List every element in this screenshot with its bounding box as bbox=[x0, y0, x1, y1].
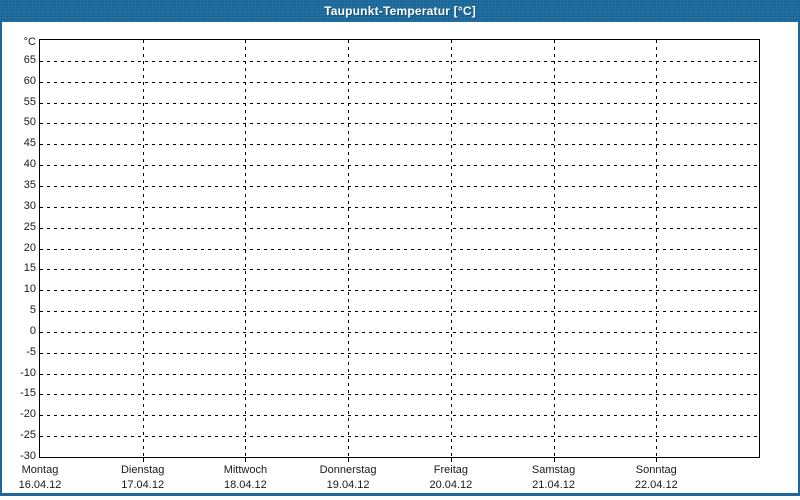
h-gridline bbox=[40, 102, 759, 104]
x-day-label: Freitag bbox=[433, 464, 469, 476]
h-gridline bbox=[40, 394, 759, 396]
y-tick-label: -25 bbox=[20, 429, 36, 442]
v-gridline bbox=[553, 40, 555, 457]
v-gridline bbox=[450, 40, 452, 457]
h-gridline bbox=[40, 144, 759, 146]
h-gridline bbox=[40, 415, 759, 417]
x-day-label: Donnerstag bbox=[319, 464, 377, 476]
y-tick-label: 65 bbox=[23, 53, 36, 66]
v-gridline bbox=[656, 40, 658, 457]
h-gridline bbox=[40, 248, 759, 250]
x-tick bbox=[245, 458, 247, 462]
y-tick-label: 50 bbox=[23, 116, 36, 129]
y-tick-label: -5 bbox=[26, 345, 36, 358]
x-day-label: Sonntag bbox=[635, 464, 677, 476]
x-tick bbox=[348, 458, 350, 462]
x-date-label: 22.04.12 bbox=[634, 479, 678, 491]
x-day-label: Mittwoch bbox=[223, 464, 268, 476]
h-gridline bbox=[40, 269, 759, 271]
y-tick-label: 20 bbox=[23, 241, 36, 254]
x-day-label: Dienstag bbox=[120, 464, 165, 476]
plot-area bbox=[39, 39, 760, 458]
y-tick-label: 30 bbox=[23, 199, 36, 212]
y-tick-label: 5 bbox=[29, 304, 36, 317]
h-gridline bbox=[40, 311, 759, 313]
y-tick-label: -10 bbox=[20, 366, 36, 379]
x-date-label: 21.04.12 bbox=[532, 479, 575, 491]
y-tick-label: 25 bbox=[23, 220, 36, 233]
h-gridline bbox=[40, 290, 759, 292]
x-date-label: 20.04.12 bbox=[429, 479, 473, 491]
y-tick-label: -15 bbox=[20, 387, 36, 400]
y-tick-label: 15 bbox=[23, 262, 36, 275]
h-gridline bbox=[40, 436, 759, 438]
y-axis-labels: 65 60 55 50 45 40 35 30 25 20 15 10 5 0 -5 -10 -15 -20 -25… bbox=[2, 0, 36, 493]
y-tick-label: 35 bbox=[23, 178, 36, 191]
x-date-label: 19.04.12 bbox=[326, 479, 370, 491]
y-tick-label: 55 bbox=[23, 95, 36, 108]
h-gridline bbox=[40, 60, 759, 62]
v-gridline bbox=[245, 40, 247, 457]
h-gridline bbox=[40, 206, 759, 208]
x-tick bbox=[142, 458, 144, 462]
y-tick-label: -30 bbox=[20, 450, 36, 462]
h-gridline bbox=[40, 81, 759, 83]
h-gridline bbox=[40, 227, 759, 229]
x-day-label: Samstag bbox=[531, 464, 576, 476]
x-date-label: 18.04.12 bbox=[223, 479, 267, 491]
y-tick-label: 60 bbox=[23, 74, 36, 87]
y-tick-label: 40 bbox=[23, 158, 36, 171]
y-tick-label: -20 bbox=[20, 408, 36, 421]
h-gridline bbox=[40, 165, 759, 167]
chart-container: °C 65 60 55 50 45 40 35 30 25 20 15 10 5 0 -5 -10 -15 -20… bbox=[0, 0, 800, 493]
h-gridline bbox=[40, 123, 759, 125]
h-gridline bbox=[40, 331, 759, 333]
h-gridline bbox=[40, 352, 759, 354]
x-date-label: 17.04.12 bbox=[121, 479, 165, 491]
v-gridline bbox=[142, 40, 144, 457]
y-tick-label: 45 bbox=[23, 137, 36, 150]
y-tick-label: 0 bbox=[29, 324, 36, 337]
x-tick bbox=[450, 458, 452, 462]
h-gridline bbox=[40, 185, 759, 187]
x-tick bbox=[553, 458, 555, 462]
app-window: Taupunkt-Temperatur [°C] °C 65 60 55 50 45 40… bbox=[0, 0, 800, 496]
y-tick-label: 10 bbox=[23, 283, 36, 296]
v-gridline bbox=[348, 40, 350, 457]
h-gridline bbox=[40, 373, 759, 375]
x-tick bbox=[656, 458, 658, 462]
